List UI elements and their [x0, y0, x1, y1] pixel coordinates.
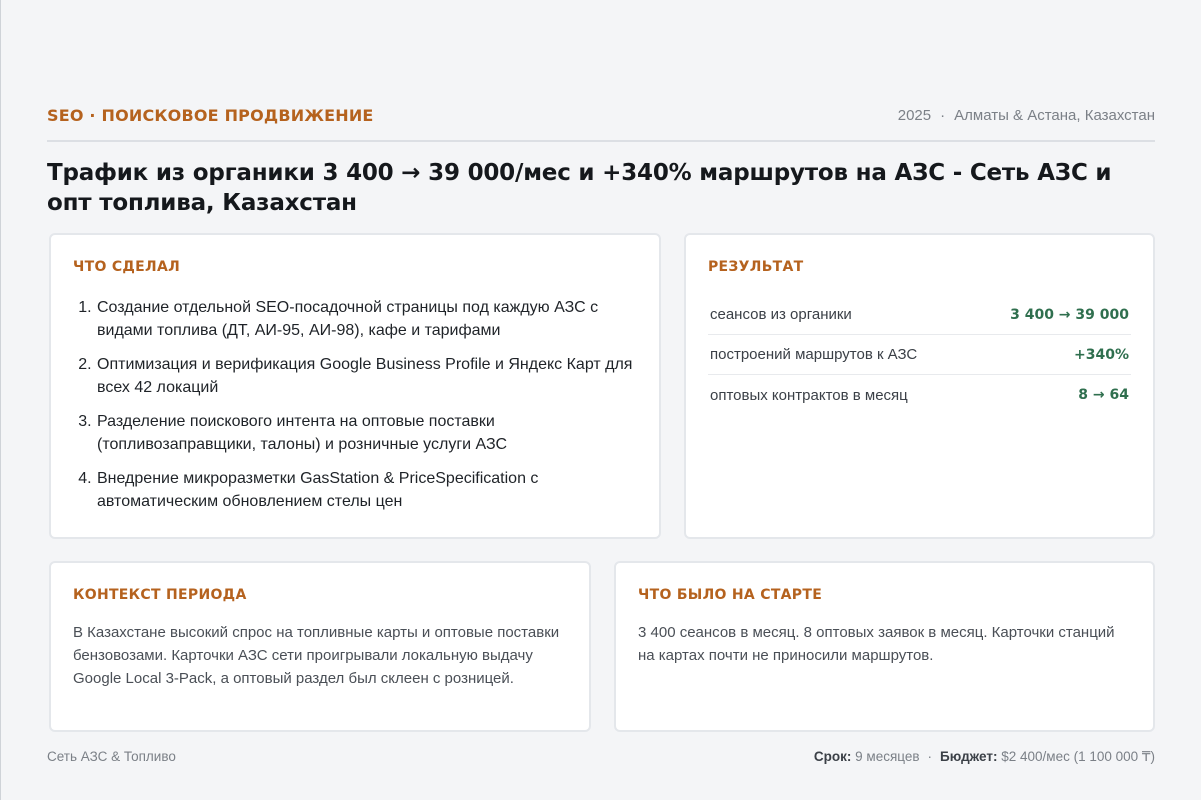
budget-label: Бюджет: [940, 749, 998, 764]
result-metric-value: +340% [1074, 346, 1129, 363]
what-done-card: ЧТО СДЕЛАЛ Создание отдельной SEO-посадо… [49, 233, 661, 539]
context-card: КОНТЕКСТ ПЕРИОДА В Казахстане высокий сп… [49, 561, 591, 732]
what-done-list: Создание отдельной SEO-посадочной страни… [73, 296, 637, 513]
footer-category: Сеть АЗС & Топливо [47, 749, 176, 764]
page-footer: Сеть АЗС & Топливо Срок: 9 месяцев · Бюдже… [47, 747, 1155, 767]
category-eyebrow: SEO · ПОИСКОВОЕ ПРОДВИЖЕНИЕ [47, 106, 374, 125]
term-value: 9 месяцев [855, 749, 920, 764]
header-meta: 2025 · Алматы & Астана, Казахстан [898, 104, 1155, 128]
start-text: 3 400 сеансов в месяц. 8 оптовых заявок … [638, 624, 1115, 664]
location-label: Алматы & Астана, Казахстан [954, 107, 1155, 124]
footer-separator: · [927, 749, 933, 764]
result-list: сеансов из органики 3 400 → 39 000 постр… [708, 295, 1131, 415]
result-metric-value: 3 400 → 39 000 [1010, 306, 1129, 323]
term-label: Срок: [813, 749, 852, 764]
start-label: ЧТО БЫЛО НА СТАРТЕ [638, 587, 823, 603]
result-metric-label: оптовых контрактов в месяц [710, 386, 908, 404]
result-row: оптовых контрактов в месяц 8 → 64 [708, 375, 1131, 415]
what-done-label: ЧТО СДЕЛАЛ [73, 259, 181, 275]
list-item: Внедрение микроразметки GasStation & Pri… [96, 467, 637, 513]
year-label: 2025 [897, 107, 932, 124]
footer-meta: Срок: 9 месяцев · Бюджет: $2 400/мес (1 10… [814, 747, 1155, 767]
list-item: Оптимизация и верификация Google Busines… [96, 353, 637, 399]
context-label: КОНТЕКСТ ПЕРИОДА [73, 587, 247, 603]
meta-separator: · [940, 107, 946, 124]
result-row: построений маршрутов к АЗС +340% [708, 335, 1131, 375]
budget-value: $2 400/мес (1 100 000 ₸) [1001, 749, 1155, 764]
page-header: SEO · ПОИСКОВОЕ ПРОДВИЖЕНИЕ 2025 · Алматы … [47, 104, 1155, 142]
page-title: Трафик из органики 3 400 → 39 000/мес и … [47, 160, 1112, 216]
result-metric-value: 8 → 64 [1078, 387, 1129, 403]
list-item: Разделение поискового интента на оптовые… [96, 410, 637, 456]
result-card: РЕЗУЛЬТАТ сеансов из органики 3 400 → 39… [684, 233, 1155, 539]
result-label: РЕЗУЛЬТАТ [708, 259, 804, 275]
result-metric-label: сеансов из органики [710, 306, 852, 323]
context-text: В Казахстане высокий спрос на топливные … [73, 624, 560, 687]
result-metric-label: построений маршрутов к АЗС [710, 346, 918, 363]
list-item: Создание отдельной SEO-посадочной страни… [96, 296, 637, 342]
result-row: сеансов из органики 3 400 → 39 000 [708, 295, 1131, 335]
start-card: ЧТО БЫЛО НА СТАРТЕ 3 400 сеансов в месяц… [614, 561, 1155, 732]
